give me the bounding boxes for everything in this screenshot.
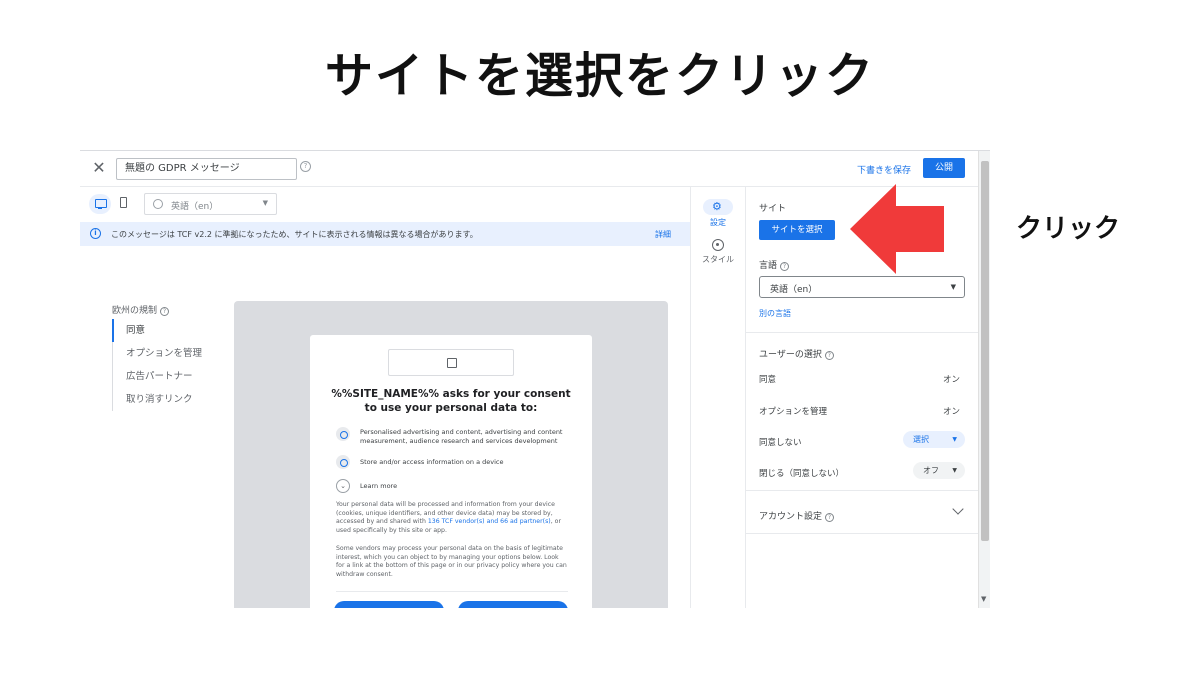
palette-icon [712,239,724,251]
chevron-down-icon: ▼ [952,467,957,474]
decline-option-select[interactable]: 選択 ▼ [903,431,965,448]
desktop-preview-icon[interactable] [89,194,111,214]
consent-secondary-button[interactable] [458,601,568,608]
close-option-select[interactable]: オフ ▼ [913,462,965,479]
consent-dialog-preview: %%SITE_NAME%% asks for your consent to u… [310,335,592,608]
chevron-down-icon: ▼ [950,283,956,291]
close-option-value: オフ [923,466,939,475]
chevron-down-icon[interactable]: ⌄ [336,479,350,493]
divider [690,187,691,608]
other-language-link[interactable]: 別の言語 [759,308,791,319]
regulation-nav-title: 欧州の規制? [112,303,170,316]
device-icon [336,455,350,469]
consent-title: %%SITE_NAME%% asks for your consent to u… [331,388,571,414]
info-icon: i [90,228,101,239]
nav-item-manage-options[interactable]: オプションを管理 [113,342,202,365]
help-icon[interactable]: ? [300,161,311,172]
preview-language-value: 英語（en） [171,202,219,212]
red-arrow-icon [850,184,944,274]
language-select-value: 英語（en） [770,285,818,295]
consent-body-paragraph: Your personal data will be processed and… [336,501,568,535]
globe-icon [153,199,163,209]
save-draft-button[interactable]: 下書きを保存 [857,163,911,176]
preview-canvas: %%SITE_NAME%% asks for your consent to u… [234,301,668,608]
decline-option-value: 選択 [913,435,929,444]
regulation-nav: 同意 オプションを管理 広告パートナー 取り消すリンク [112,319,202,411]
nav-item-revoke-link[interactable]: 取り消すリンク [113,388,202,411]
tab-settings[interactable]: 設定 [696,199,740,228]
preview-language-select[interactable]: 英語（en） ▼ [144,193,277,215]
banner-message: このメッセージは TCF v2.2 に準拠になったため、サイトに表示される情報は… [111,230,478,239]
consent-body-paragraph: Some vendors may process your personal d… [336,545,567,578]
help-icon[interactable]: ? [824,351,834,360]
choice-row-label: 閉じる（同意しない） [759,469,845,479]
vendors-link[interactable]: 136 TCF vendor(s) and 66 ad partner(s) [428,518,551,525]
learn-more-label[interactable]: Learn more [360,482,576,491]
language-label-text: 言語 [759,261,778,271]
person-icon [336,427,350,441]
chevron-down-icon: ▼ [952,436,957,443]
chevron-down-icon: ▼ [262,199,268,207]
consent-primary-button[interactable] [334,601,444,608]
tab-style-label: スタイル [702,255,734,264]
language-select[interactable]: 英語（en） ▼ [759,276,965,298]
nav-item-consent[interactable]: 同意 [112,319,202,342]
choice-row-label: 同意 [759,375,777,385]
choice-row-value: オン [942,375,960,385]
divider [746,490,978,491]
choice-row-label: オプションを管理 [759,407,828,417]
choice-row-label: 同意しない [759,438,802,448]
language-label: 言語? [759,258,790,271]
select-site-button[interactable]: サイトを選択 [759,220,835,240]
account-settings-label: アカウント設定 [759,512,823,522]
vertical-scrollbar[interactable]: ▼ [978,151,990,608]
divider [746,332,978,333]
close-icon[interactable]: ✕ [90,159,108,177]
publish-button[interactable]: 公開 [923,158,965,178]
scrollbar-thumb[interactable] [981,161,989,541]
user-choice-label-text: ユーザーの選択 [759,350,822,360]
message-title-input[interactable]: 無題の GDPR メッセージ [116,158,297,180]
tab-settings-label: 設定 [710,218,726,227]
top-bar: ✕ 無題の GDPR メッセージ ? 下書きを保存 公開 [80,151,978,187]
purpose-text: Store and/or access information on a dev… [360,458,504,466]
scroll-down-arrow-icon[interactable]: ▼ [981,595,986,603]
user-choice-label: ユーザーの選択? [759,347,834,360]
logo-placeholder-icon[interactable] [388,349,514,376]
annotation-click-note: クリック [1016,214,1121,244]
details-link[interactable]: 詳細 [655,229,671,240]
help-icon[interactable]: ? [825,513,835,522]
regulation-nav-title-text: 欧州の規制 [112,306,158,316]
chevron-down-icon[interactable] [952,503,964,515]
account-settings-section[interactable]: アカウント設定? [759,509,835,522]
divider [746,533,978,534]
nav-item-ad-partners[interactable]: 広告パートナー [113,365,202,388]
gear-icon [703,199,733,215]
site-label: サイト [759,204,787,214]
help-icon[interactable]: ? [160,307,170,316]
choice-row-value: オン [942,407,960,417]
purpose-text: Personalised advertising and content, ad… [360,428,563,445]
help-icon[interactable]: ? [780,262,790,271]
annotation-headline: サイトを選択をクリック [324,48,875,104]
info-banner: i このメッセージは TCF v2.2 に準拠になったため、サイトに表示される情… [80,222,690,246]
mobile-preview-icon[interactable] [120,197,127,208]
divider [336,591,568,592]
red-arrow-shape [850,184,944,274]
tab-style[interactable]: スタイル [696,239,740,265]
